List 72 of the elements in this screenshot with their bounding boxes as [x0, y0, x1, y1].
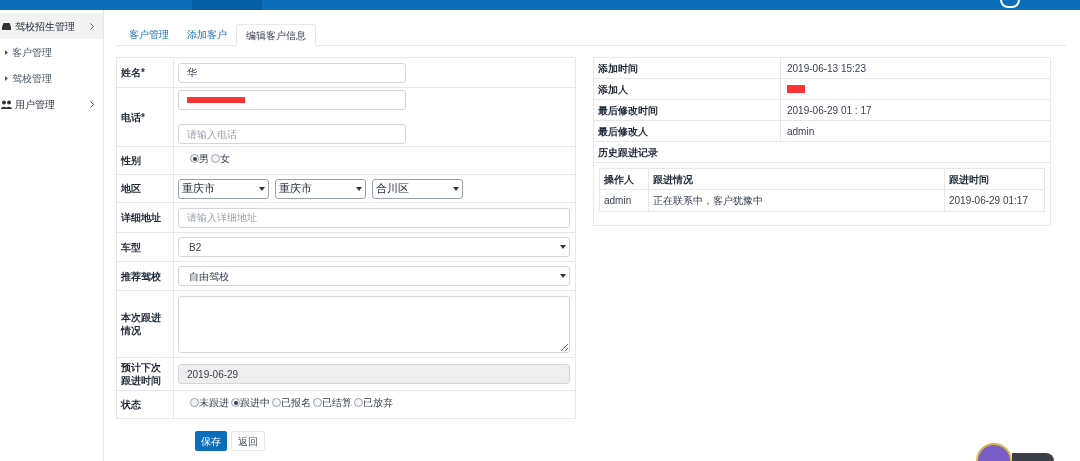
select-field[interactable]: 合川区: [372, 178, 463, 199]
chevron-icon: [90, 22, 94, 30]
car-icon: [1, 21, 12, 31]
radio-label: 未跟进: [199, 396, 229, 410]
field-label: 电话*: [121, 110, 145, 124]
caret-icon: [356, 186, 362, 191]
info-label: 最后修改人: [598, 124, 648, 139]
table-cell-text: 正在联系中，客户犹豫中: [653, 194, 763, 208]
sidebar-item[interactable]: 用户管理: [0, 91, 103, 117]
radio-label: 已报名: [281, 396, 311, 410]
section-title: 历史跟进记录: [598, 145, 658, 160]
info-value: 2019-06-13 15:23: [787, 61, 866, 76]
radio-button[interactable]: [190, 154, 199, 163]
textarea-field[interactable]: [178, 295, 570, 353]
field-label: 详细地址: [121, 211, 161, 224]
field-label: 预计下次跟进时间: [121, 361, 162, 387]
select-field[interactable]: 重庆市: [178, 178, 269, 199]
input-field[interactable]: 请输入电话: [178, 124, 406, 144]
tab[interactable]: 添加客户: [178, 24, 236, 45]
caret-icon: [560, 274, 566, 278]
radio-button[interactable]: [313, 398, 322, 407]
radio-label: 跟进中: [240, 396, 270, 410]
back-button[interactable]: 返回: [231, 431, 265, 451]
table-cell-text: admin: [604, 194, 632, 208]
field-label: 推荐驾校: [121, 269, 161, 283]
column-header: 跟进时间: [949, 172, 989, 187]
tab[interactable]: 客户管理: [120, 24, 178, 45]
field-label: 地区: [121, 182, 141, 195]
radio-button[interactable]: [354, 398, 363, 407]
chevron-icon: [90, 100, 94, 108]
tab[interactable]: 编辑客户信息: [236, 24, 316, 46]
sidebar-subitem[interactable]: 客户管理: [0, 39, 103, 65]
caret-icon: [560, 245, 566, 249]
radio-label: 已放弃: [363, 396, 393, 410]
field-label: 性别: [121, 154, 141, 167]
nav-tab-highlight[interactable]: [192, 0, 262, 10]
radio-label: 女: [220, 152, 230, 166]
radio-label: 男: [199, 152, 209, 166]
field-label: 本次跟进情况: [121, 311, 162, 337]
radio-button[interactable]: [231, 398, 240, 407]
input-field[interactable]: [178, 90, 406, 110]
table-cell-text: 2019-06-29 01:17: [949, 194, 1028, 208]
field-label: 姓名*: [121, 66, 145, 79]
field-label: 车型: [121, 240, 141, 254]
info-value: 2019-06-29 01 : 17: [787, 103, 872, 118]
users-icon: [1, 99, 12, 109]
info-label: 最后修改时间: [598, 103, 658, 118]
sidebar-item[interactable]: 驾校招生管理: [0, 13, 103, 39]
sidebar-subitem[interactable]: 驾校管理: [0, 65, 103, 91]
input-field[interactable]: 请输入详细地址: [178, 207, 570, 228]
radio-button[interactable]: [190, 398, 199, 407]
bullet-icon: [5, 75, 8, 81]
select-field[interactable]: 自由驾校: [178, 266, 570, 286]
radio-button[interactable]: [272, 398, 281, 407]
input-placeholder[interactable]: 请输入电话: [187, 126, 397, 142]
input-placeholder[interactable]: 请输入详细地址: [187, 210, 561, 225]
radio-label: 已结算: [322, 396, 352, 410]
info-label: 添加人: [598, 82, 628, 97]
save-button[interactable]: 保存: [195, 431, 227, 451]
select-field[interactable]: 重庆市: [275, 178, 366, 199]
radio-button[interactable]: [211, 154, 220, 163]
caret-icon: [259, 186, 265, 191]
column-header: 跟进情况: [653, 172, 693, 187]
caret-icon: [453, 186, 459, 191]
field-label: 状态: [121, 398, 141, 411]
date-field[interactable]: 2019-06-29: [178, 364, 570, 384]
column-header: 操作人: [604, 172, 634, 187]
select-field[interactable]: B2: [178, 237, 570, 257]
info-value: admin: [787, 124, 815, 139]
input-field[interactable]: 华: [178, 62, 406, 83]
bullet-icon: [5, 49, 8, 55]
info-label: 添加时间: [598, 61, 638, 76]
